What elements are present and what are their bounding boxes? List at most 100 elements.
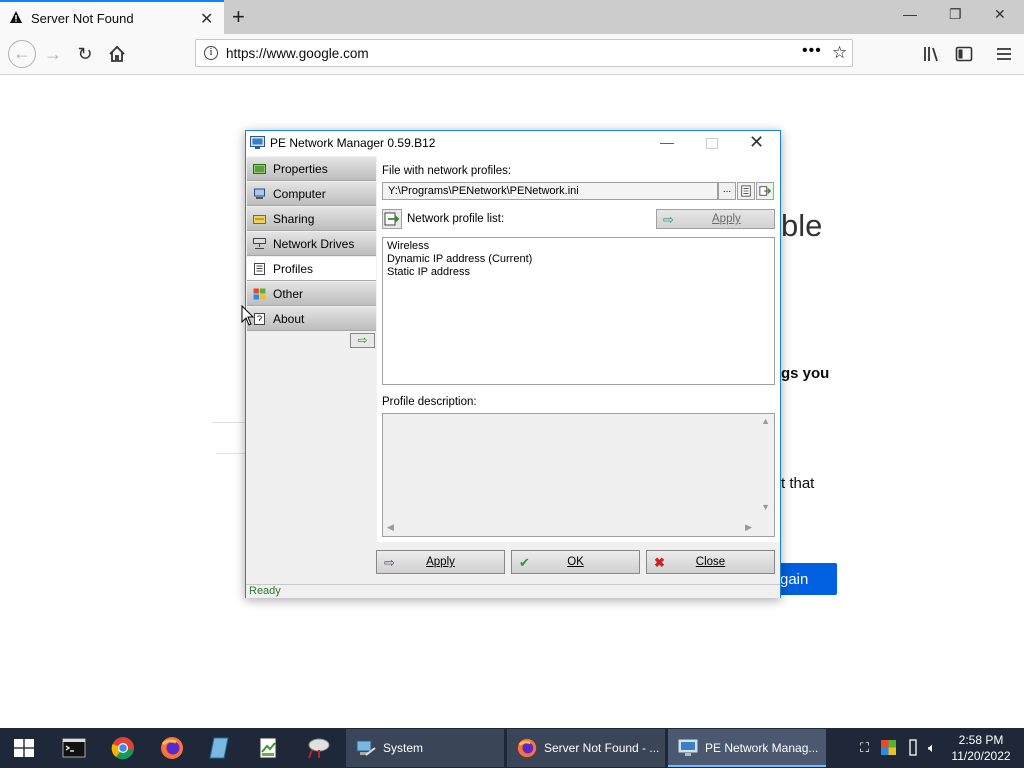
- minimize-icon[interactable]: —: [903, 6, 917, 22]
- window-close-icon[interactable]: ✕: [994, 6, 1006, 23]
- scroll-up-icon[interactable]: ▲: [761, 416, 770, 426]
- window-title: PE Network Manager 0.59.B12: [270, 136, 436, 150]
- ok-button[interactable]: ✔ OK: [511, 550, 640, 574]
- sidebar-item-label: About: [273, 312, 305, 326]
- app-icon[interactable]: [208, 736, 232, 760]
- command-prompt-icon[interactable]: [62, 736, 86, 760]
- windows-start-icon[interactable]: [14, 739, 34, 757]
- sidebar-item-sharing[interactable]: Sharing: [247, 207, 376, 231]
- network-drive-icon: [253, 238, 266, 249]
- profiles-icon: [254, 263, 265, 275]
- notepad-icon[interactable]: [257, 736, 281, 760]
- sidebar-item-network-drives[interactable]: Network Drives: [247, 232, 376, 256]
- reload-icon[interactable]: ↻: [73, 42, 97, 66]
- window-maximize-icon: [706, 138, 718, 149]
- close-tab-icon[interactable]: ✕: [200, 9, 213, 29]
- network-card-icon: [253, 164, 266, 174]
- scroll-down-icon[interactable]: ▼: [761, 502, 770, 512]
- home-icon[interactable]: [107, 44, 127, 64]
- network-manager-icon: [250, 136, 265, 149]
- windows-logo-icon: [253, 288, 266, 300]
- volume-muted-icon[interactable]: 🔈︎: [928, 740, 936, 756]
- description-label: Profile description:: [382, 396, 477, 408]
- page-actions-icon[interactable]: •••: [802, 42, 822, 60]
- scroll-left-icon[interactable]: ◀: [387, 522, 394, 533]
- open-file-icon[interactable]: [756, 182, 774, 200]
- chrome-icon[interactable]: [111, 736, 135, 760]
- profile-description-field[interactable]: ▲ ▼ ◀ ▶: [382, 413, 775, 537]
- sidebar-item-other[interactable]: Other: [247, 282, 376, 306]
- window-titlebar[interactable]: PE Network Manager 0.59.B12 — ✕: [246, 131, 780, 156]
- scroll-right-icon[interactable]: ▶: [745, 522, 752, 533]
- taskbar-app-label: System: [383, 741, 424, 755]
- close-button[interactable]: ✖ Close: [646, 550, 775, 574]
- browse-button[interactable]: ...: [718, 182, 736, 200]
- load-profile-list-button[interactable]: [382, 209, 402, 229]
- computer-icon: [254, 188, 265, 199]
- page-text-fragment: t that: [781, 475, 815, 492]
- taskbar-app-system[interactable]: System: [346, 729, 504, 767]
- sidebar-icon[interactable]: [954, 44, 974, 64]
- site-info-icon[interactable]: i: [204, 46, 218, 60]
- restore-icon[interactable]: ❐: [949, 6, 962, 23]
- taskbar-app-pe-network-manager[interactable]: PE Network Manag...: [668, 729, 826, 767]
- sidebar-item-profiles[interactable]: Profiles: [247, 257, 376, 281]
- status-text: Ready: [249, 585, 281, 597]
- apply-profile-button[interactable]: ⇨ Apply: [656, 209, 775, 229]
- status-bar: Ready: [246, 584, 780, 598]
- horizontal-scrollbar[interactable]: [383, 520, 758, 536]
- file-path-text: Y:\Programs\PENetwork\PENetwork.ini: [388, 185, 579, 197]
- list-item[interactable]: Static IP address: [387, 266, 470, 278]
- file-label: File with network profiles:: [382, 165, 512, 177]
- apply-label: Apply: [426, 556, 455, 568]
- browser-nav-bar: ← → ↻ i https://www.google.com ••• ☆: [0, 34, 1024, 75]
- profile-file-path-field[interactable]: Y:\Programs\PENetwork\PENetwork.ini: [382, 182, 718, 200]
- divider: [212, 422, 246, 423]
- taskbar: System Server Not Found - ... PE Network…: [0, 728, 1024, 768]
- browse-label: ...: [722, 184, 732, 195]
- profile-list-label: Network profile list:: [407, 213, 505, 225]
- apply-profile-label: Apply: [712, 213, 741, 225]
- forward-icon[interactable]: →: [41, 42, 65, 66]
- firefox-icon[interactable]: [160, 736, 184, 760]
- apply-arrow-button[interactable]: ⇨: [350, 333, 375, 348]
- page-heading-fragment: ble: [781, 208, 823, 243]
- firefox-icon: [517, 738, 537, 758]
- sidebar-item-computer[interactable]: Computer: [247, 182, 376, 206]
- usb-tray-icon[interactable]: [907, 739, 919, 757]
- sidebar-item-properties[interactable]: Properties: [247, 157, 376, 181]
- network-tray-icon[interactable]: ⛶: [860, 740, 869, 756]
- browser-tab[interactable]: Server Not Found ✕: [0, 0, 224, 34]
- network-manager-icon: [678, 739, 698, 756]
- library-icon[interactable]: [922, 44, 942, 64]
- sidebar-item-label: Other: [273, 287, 304, 301]
- page-text-fragment: gs you: [781, 365, 830, 382]
- window-minimize-icon[interactable]: —: [660, 134, 674, 150]
- browser-tab-bar: Server Not Found ✕ + — ❐ ✕: [0, 0, 1024, 34]
- system-clock[interactable]: 2:58 PM 11/20/2022: [948, 732, 1014, 764]
- sidebar-item-about[interactable]: About: [247, 307, 376, 331]
- profile-list[interactable]: Wireless Dynamic IP address (Current) St…: [382, 237, 775, 385]
- color-tray-icon[interactable]: [881, 740, 896, 755]
- tab-title: Server Not Found: [31, 11, 134, 26]
- sidebar: Properties Computer Sharing Network Driv…: [246, 156, 376, 584]
- mouse-cursor-icon: [241, 305, 255, 326]
- apply-button[interactable]: ⇨ Apply: [376, 550, 505, 574]
- bookmark-star-icon[interactable]: ☆: [832, 43, 847, 63]
- system-icon: [356, 740, 376, 756]
- divider: [216, 453, 246, 454]
- window-close-icon[interactable]: ✕: [749, 132, 764, 153]
- list-item[interactable]: Dynamic IP address (Current): [387, 253, 532, 265]
- edit-file-icon[interactable]: [737, 182, 755, 200]
- list-item[interactable]: Wireless: [387, 240, 429, 252]
- sidebar-item-label: Computer: [273, 187, 326, 201]
- tool-icon[interactable]: [307, 736, 331, 760]
- pe-network-manager-window: PE Network Manager 0.59.B12 — ✕ Properti…: [245, 130, 781, 598]
- url-bar[interactable]: i https://www.google.com ••• ☆: [195, 39, 853, 67]
- menu-icon[interactable]: [994, 44, 1014, 64]
- new-tab-button[interactable]: +: [232, 4, 245, 30]
- sidebar-item-label: Profiles: [273, 262, 314, 276]
- back-icon[interactable]: ←: [8, 40, 36, 68]
- url-text: https://www.google.com: [226, 46, 369, 61]
- taskbar-app-firefox[interactable]: Server Not Found - ...: [507, 729, 665, 767]
